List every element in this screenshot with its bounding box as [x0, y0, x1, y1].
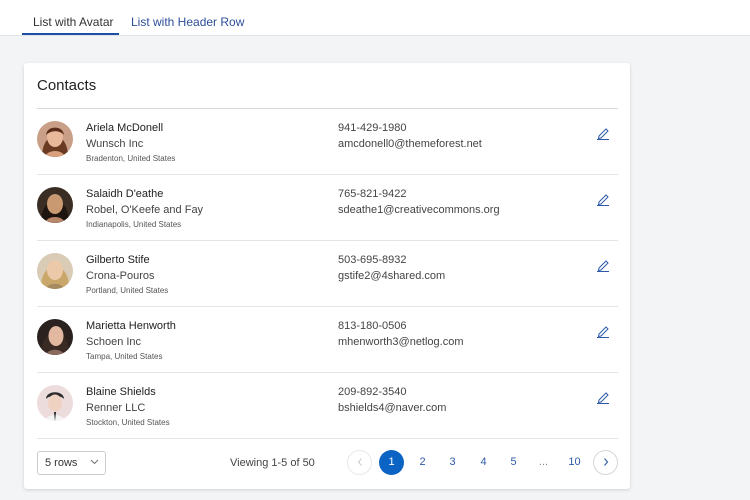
page-button-10[interactable]: 10 [562, 450, 587, 475]
contact-row: Blaine Shields Renner LLC Stockton, Unit… [37, 373, 618, 439]
card-title: Contacts [37, 77, 97, 94]
contact-location: Portland, United States [86, 286, 169, 295]
contact-location: Stockton, United States [86, 418, 170, 427]
contacts-card: Contacts Ariela McDonell Wunsch Inc Brad… [24, 63, 630, 489]
previous-page-button[interactable] [347, 450, 372, 475]
pencil-icon [597, 194, 609, 206]
contact-phone: 941-429-1980 [338, 122, 407, 134]
contact-name: Salaidh D'eathe [86, 188, 164, 200]
edit-button[interactable] [596, 390, 612, 404]
contact-name: Gilberto Stife [86, 254, 150, 266]
contact-company: Renner LLC [86, 402, 146, 414]
contact-row: Gilberto Stife Crona-Pouros Portland, Un… [37, 241, 618, 307]
contact-location: Indianapolis, United States [86, 220, 182, 229]
avatar [37, 319, 73, 355]
chevron-right-icon [603, 458, 608, 466]
tab-list-with-header-row[interactable]: List with Header Row [131, 15, 244, 29]
page-button-2[interactable]: 2 [410, 450, 435, 475]
edit-button[interactable] [596, 324, 612, 338]
contact-row: Marietta Henworth Schoen Inc Tampa, Unit… [37, 307, 618, 373]
contact-email: bshields4@naver.com [338, 402, 447, 414]
table-footer: 5 rows Viewing 1-5 of 50 1 2 3 4 5 ... 1… [37, 437, 618, 489]
contact-row: Salaidh D'eathe Robel, O'Keefe and Fay I… [37, 175, 618, 241]
pencil-icon [597, 128, 609, 140]
contact-name: Ariela McDonell [86, 122, 164, 134]
avatar [37, 385, 73, 421]
contact-location: Bradenton, United States [86, 154, 176, 163]
contact-phone: 765-821-9422 [338, 188, 407, 200]
pencil-icon [597, 260, 609, 272]
tab-list-with-avatar[interactable]: List with Avatar [33, 15, 113, 29]
contact-phone: 503-695-8932 [338, 254, 407, 266]
contact-email: amcdonell0@themeforest.net [338, 138, 482, 150]
contact-row: Ariela McDonell Wunsch Inc Bradenton, Un… [37, 109, 618, 175]
avatar [37, 253, 73, 289]
contact-phone: 209-892-3540 [338, 386, 407, 398]
pencil-icon [597, 392, 609, 404]
chevron-down-icon [90, 459, 99, 465]
active-tab-indicator [22, 33, 119, 35]
rows-per-page-select[interactable]: 5 rows [37, 451, 106, 475]
page-button-4[interactable]: 4 [471, 450, 496, 475]
rows-per-page-value: 5 rows [45, 457, 78, 469]
edit-button[interactable] [596, 126, 612, 140]
contact-name: Blaine Shields [86, 386, 156, 398]
contact-phone: 813-180-0506 [338, 320, 407, 332]
contact-name: Marietta Henworth [86, 320, 176, 332]
contact-email: sdeathe1@creativecommons.org [338, 204, 500, 216]
contact-email: mhenworth3@netlog.com [338, 336, 464, 348]
contact-company: Crona-Pouros [86, 270, 155, 282]
contact-location: Tampa, United States [86, 352, 163, 361]
tab-bar: List with Avatar List with Header Row [0, 0, 750, 36]
page-button-1[interactable]: 1 [379, 450, 404, 475]
edit-button[interactable] [596, 258, 612, 272]
avatar [37, 121, 73, 157]
next-page-button[interactable] [593, 450, 618, 475]
contact-email: gstife2@4shared.com [338, 270, 446, 282]
edit-button[interactable] [596, 192, 612, 206]
page-button-3[interactable]: 3 [440, 450, 465, 475]
avatar [37, 187, 73, 223]
page-ellipsis: ... [538, 456, 549, 468]
contact-company: Schoen Inc [86, 336, 142, 348]
contact-company: Robel, O'Keefe and Fay [86, 204, 204, 216]
pencil-icon [597, 326, 609, 338]
contact-company: Wunsch Inc [86, 138, 144, 150]
viewing-range-text: Viewing 1-5 of 50 [230, 457, 315, 469]
chevron-left-icon [357, 458, 362, 466]
page-button-5[interactable]: 5 [501, 450, 526, 475]
